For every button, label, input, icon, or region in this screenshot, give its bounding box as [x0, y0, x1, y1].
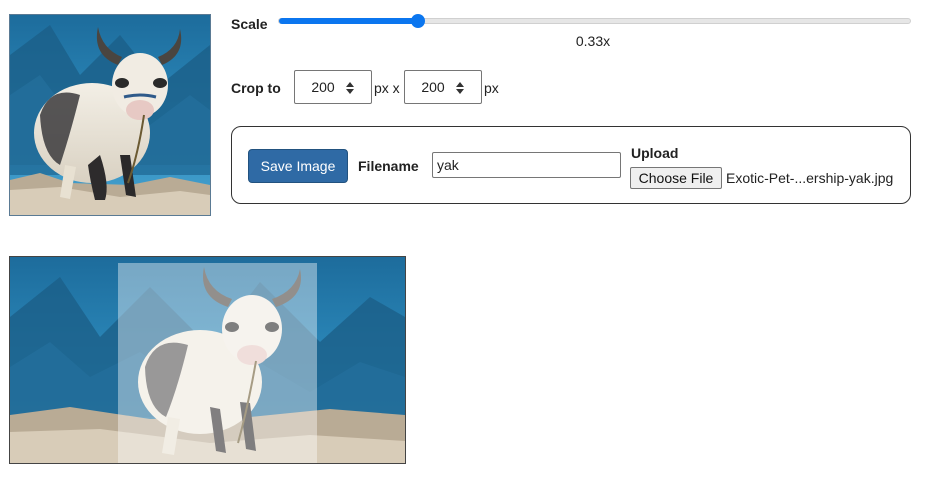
scale-value: 0.33x	[575, 33, 611, 49]
choose-file-button[interactable]: Choose File	[630, 167, 722, 189]
upload-label: Upload	[631, 145, 679, 161]
crop-height-input[interactable]: 200	[404, 70, 482, 104]
crop-selection-box[interactable]	[118, 263, 317, 463]
scale-slider-fill	[279, 18, 418, 24]
scale-slider[interactable]	[278, 14, 911, 28]
save-image-button[interactable]: Save Image	[248, 149, 348, 183]
source-image-cropper[interactable]	[9, 256, 406, 464]
crop-unit-px-x: px x	[374, 80, 400, 96]
crop-width-input[interactable]: 200	[294, 70, 372, 104]
filename-label: Filename	[358, 158, 419, 174]
selected-file-name: Exotic-Pet-...ership-yak.jpg	[726, 170, 894, 186]
scale-label: Scale	[231, 16, 268, 32]
spinner-arrows-icon[interactable]	[345, 81, 355, 95]
spinner-arrows-icon[interactable]	[455, 81, 465, 95]
crop-to-label: Crop to	[231, 80, 281, 96]
crop-unit-px: px	[484, 80, 499, 96]
filename-input[interactable]	[432, 152, 621, 178]
crop-width-value: 200	[311, 79, 335, 95]
crop-height-value: 200	[421, 79, 445, 95]
scale-slider-thumb[interactable]	[410, 14, 425, 28]
save-upload-panel: Save Image Filename Upload Choose File E…	[231, 126, 911, 204]
cropped-preview-image	[9, 14, 211, 216]
yak-photo	[10, 15, 210, 215]
